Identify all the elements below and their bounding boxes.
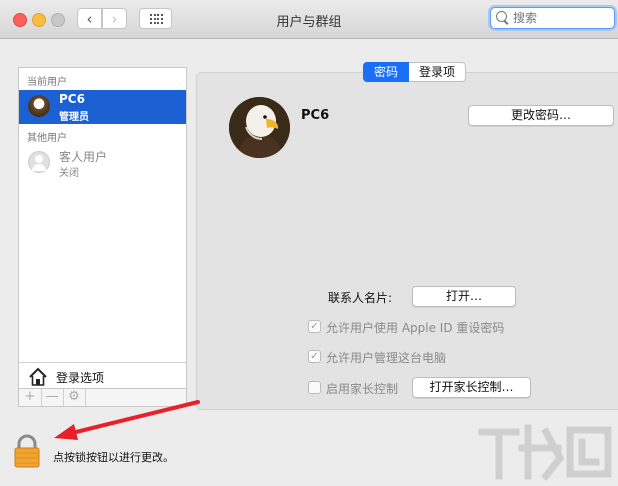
search-icon [496,11,507,22]
watermark-logo [478,424,612,481]
users-sidebar: 当前用户 PC6 管理员 其他用户 客人用户 关闭 登录选项 [18,67,187,389]
contact-card-label: 联系人名片: [328,291,393,305]
open-parental-controls-button[interactable]: 打开家长控制… [412,377,531,398]
open-contact-card-button[interactable]: 打开… [412,286,516,307]
option-label: 允许用户使用 Apple ID 重设密码 [326,321,505,335]
tab-bar: 密码 登录项 [363,62,467,82]
checkbox-parental[interactable] [308,381,321,394]
guest-user-status: 关闭 [59,168,79,179]
title-bar: ‹ › 用户与群组 [0,0,618,39]
guest-user-name: 客人用户 [59,150,108,164]
user-avatar-large[interactable] [229,97,290,158]
tab-login-items[interactable]: 登录项 [409,62,467,82]
user-role: 管理员 [59,112,89,123]
option-label: 启用家长控制 [326,382,399,396]
login-options-item[interactable]: 登录选项 [19,362,186,389]
search-input[interactable] [513,10,609,26]
lock-icon[interactable] [12,434,42,468]
user-avatar-eagle [28,95,50,117]
option-label: 允许用户管理这台电脑 [326,351,447,365]
login-options-label: 登录选项 [56,371,105,385]
current-users-header: 当前用户 [27,77,67,88]
profile-name: PC6 [301,108,330,123]
red-arrow-annotation [54,400,200,440]
other-users-header: 其他用户 [27,133,67,144]
eagle-picture-icon [229,97,290,158]
user-row-pc6[interactable]: PC6 管理员 [19,90,186,124]
checkbox-apple-id-reset[interactable]: ✓ [308,320,321,333]
search-field[interactable] [490,7,615,29]
user-row-guest[interactable]: 客人用户 关闭 [19,146,186,180]
lock-hint-text: 点按锁按钮以进行更改。 [53,451,174,464]
tab-password[interactable]: 密码 [363,62,410,82]
user-name: PC6 [59,92,85,106]
checkbox-admin[interactable]: ✓ [308,350,321,363]
house-icon [29,367,47,386]
add-user-button[interactable]: + [19,389,42,406]
guest-user-icon [28,151,50,173]
change-password-button[interactable]: 更改密码… [468,105,614,126]
